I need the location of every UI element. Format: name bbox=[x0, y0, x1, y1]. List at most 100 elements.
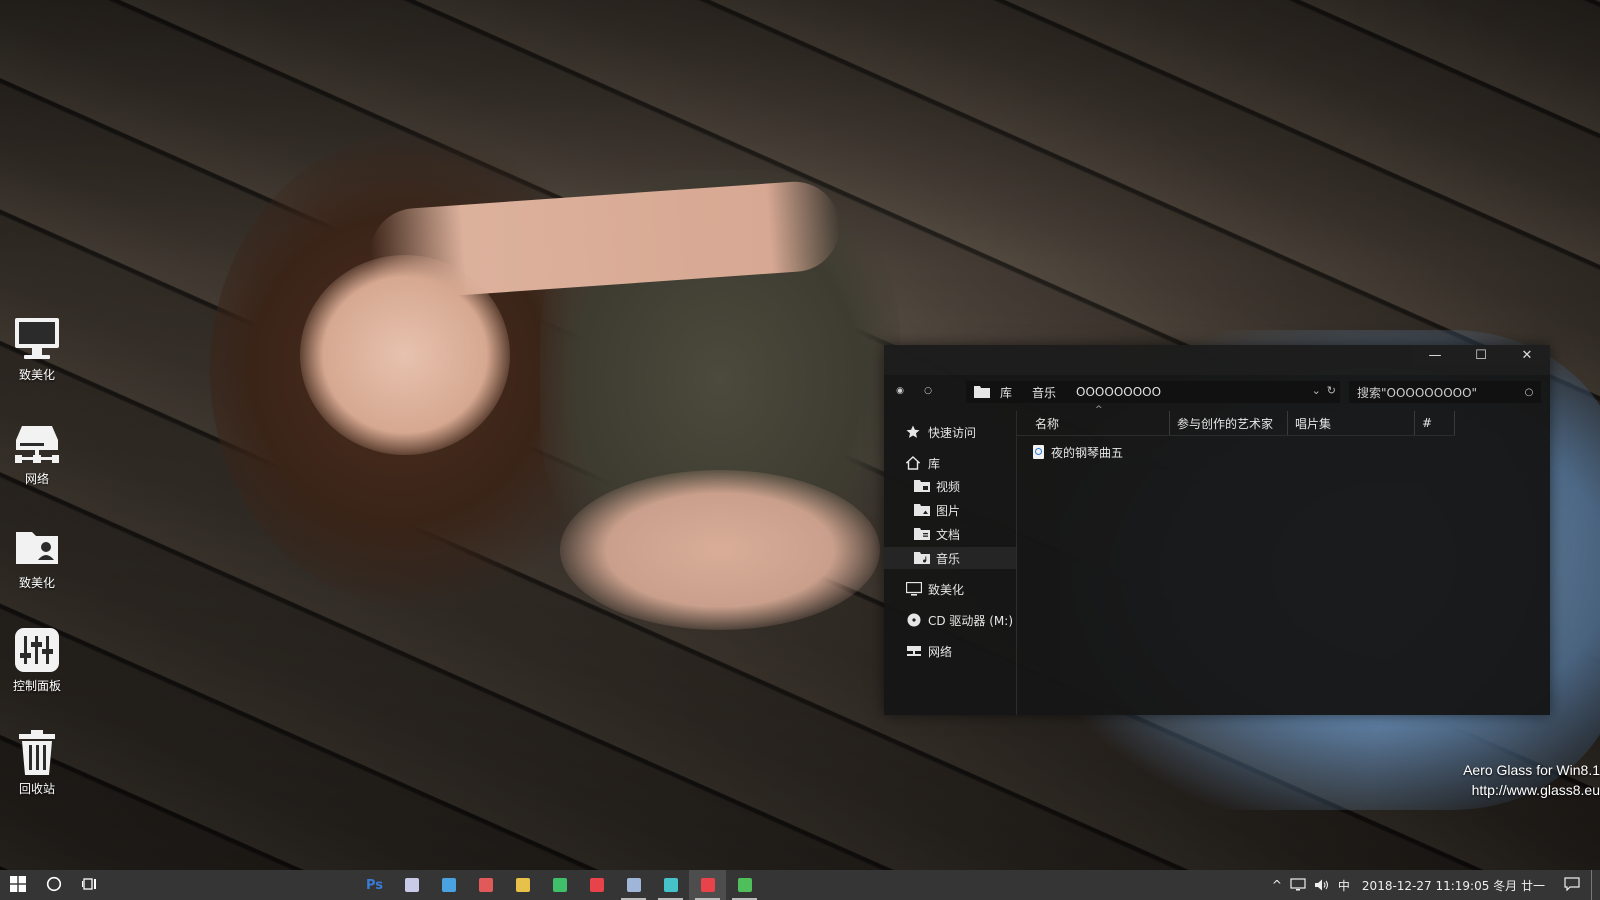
sidebar-item-pictures[interactable]: 图片 bbox=[884, 499, 1016, 521]
sidebar-item-videos[interactable]: 视频 bbox=[884, 475, 1016, 497]
cortana-search-button[interactable] bbox=[36, 870, 72, 900]
watermark-line-2: http://www.glass8.eu bbox=[1471, 782, 1600, 798]
maximize-button[interactable]: ☐ bbox=[1458, 345, 1504, 365]
network-status-icon[interactable] bbox=[1286, 870, 1310, 900]
windows-store-icon bbox=[441, 878, 456, 892]
volume-icon[interactable] bbox=[1310, 870, 1334, 900]
desktop-icon-label: 控制面板 bbox=[12, 679, 61, 693]
navigation-pane: 快速访问 库 视频 图片 文档 音乐 致美化 CD 驱动器 (M:) 网络 bbox=[884, 411, 1017, 715]
computer-icon bbox=[905, 581, 923, 596]
desktop-icon-user-folder[interactable]: 致美化 bbox=[0, 522, 74, 590]
recycle-icon bbox=[552, 878, 567, 892]
user-folder-icon bbox=[12, 522, 62, 572]
video-folder-icon bbox=[914, 479, 930, 493]
nav-arrows: ◉ ○ bbox=[892, 383, 936, 399]
sidebar-item-documents[interactable]: 文档 bbox=[884, 523, 1016, 545]
column-header-name[interactable]: 名称 bbox=[1017, 411, 1170, 435]
star-icon bbox=[906, 425, 922, 439]
column-headers: 名称 参与创作的艺术家 唱片集 # bbox=[1017, 411, 1455, 436]
minimize-button[interactable]: — bbox=[1412, 345, 1458, 365]
sidebar-item-label: 网络 bbox=[928, 644, 953, 659]
task-view-icon bbox=[82, 876, 98, 895]
search-input[interactable]: 搜索"OOOOOOOOO" bbox=[1349, 384, 1521, 401]
network-icon bbox=[12, 418, 62, 468]
taskbar-clock[interactable]: 2018-12-27 11:19:05 冬月 廿一 bbox=[1354, 870, 1553, 900]
desktop-icon-label: 网络 bbox=[24, 472, 49, 486]
desktop-icon-network[interactable]: 网络 bbox=[0, 418, 74, 486]
search-box[interactable]: 搜索"OOOOOOOOO" ○ bbox=[1349, 381, 1541, 403]
wallpaper-face bbox=[300, 255, 510, 455]
desktop-icon-this-pc[interactable]: 致美化 bbox=[0, 314, 74, 382]
close-button[interactable]: ✕ bbox=[1504, 345, 1550, 365]
sidebar-item-this-pc[interactable]: 致美化 bbox=[884, 578, 1016, 600]
window-titlebar[interactable]: — ☐ ✕ bbox=[884, 345, 1550, 375]
taskbar-app-remote-desktop[interactable] bbox=[689, 870, 726, 900]
network-icon bbox=[906, 644, 922, 658]
file-row[interactable]: 夜的钢琴曲五 bbox=[1033, 443, 1123, 461]
column-header-track-number[interactable]: # bbox=[1415, 411, 1455, 435]
column-header-album[interactable]: 唱片集 bbox=[1288, 411, 1415, 435]
search-circle-icon bbox=[46, 876, 62, 895]
taskbar-app-rocket[interactable] bbox=[393, 870, 430, 900]
file-list-pane: ^ 名称 参与创作的艺术家 唱片集 # 夜的钢琴曲五 bbox=[1017, 405, 1550, 715]
sidebar-item-label: 图片 bbox=[936, 503, 961, 518]
taskbar-app-fan[interactable] bbox=[504, 870, 541, 900]
taskbar-app-chrome[interactable] bbox=[726, 870, 763, 900]
breadcrumb-music[interactable]: 音乐 bbox=[1032, 384, 1056, 401]
taskbar-app-camera[interactable] bbox=[652, 870, 689, 900]
input-method-indicator[interactable]: 中 bbox=[1334, 870, 1354, 900]
notepad-icon bbox=[626, 878, 641, 892]
address-bar[interactable]: 库 音乐 OOOOOOOOO ⌄ ↻ bbox=[966, 381, 1340, 403]
computer-icon bbox=[12, 314, 62, 364]
folder-icon bbox=[974, 386, 990, 398]
sidebar-item-music[interactable]: 音乐 bbox=[884, 547, 1016, 569]
desktop-icon-control-panel[interactable]: 控制面板 bbox=[0, 625, 74, 693]
desktop-icon-label: 致美化 bbox=[18, 368, 55, 382]
image-viewer-icon bbox=[478, 878, 493, 892]
breadcrumb-current[interactable]: OOOOOOOOO bbox=[1076, 385, 1161, 399]
sidebar-item-label: 致美化 bbox=[928, 582, 965, 597]
windows-logo-icon bbox=[10, 875, 26, 895]
forward-button[interactable]: ○ bbox=[920, 383, 936, 399]
taskbar-app-video[interactable] bbox=[578, 870, 615, 900]
search-icon[interactable]: ○ bbox=[1521, 384, 1537, 400]
sidebar-item-quick-access[interactable]: 快速访问 bbox=[884, 421, 1016, 443]
taskbar: Ps ^ 中 2018-12-27 11:19:05 冬月 廿一 bbox=[0, 870, 1600, 900]
back-button[interactable]: ◉ bbox=[892, 383, 908, 399]
sidebar-item-label: 文档 bbox=[936, 527, 961, 542]
window-controls: — ☐ ✕ bbox=[1412, 345, 1550, 365]
sidebar-item-label: 快速访问 bbox=[928, 425, 977, 440]
aero-glass-watermark: Aero Glass for Win8.1 http://www.glass8.… bbox=[1360, 760, 1600, 800]
taskbar-apps: Ps bbox=[356, 870, 763, 900]
task-view-button[interactable] bbox=[72, 870, 108, 900]
desktop-icon-label: 致美化 bbox=[18, 576, 55, 590]
taskbar-app-notepad[interactable] bbox=[615, 870, 652, 900]
sidebar-item-cd-drive[interactable]: CD 驱动器 (M:) bbox=[884, 609, 1016, 631]
taskbar-app-windows-store[interactable] bbox=[430, 870, 467, 900]
chrome-icon bbox=[737, 878, 752, 892]
desktop-icon-recycle-bin[interactable]: 回收站 bbox=[0, 728, 74, 796]
system-tray: ^ 中 2018-12-27 11:19:05 冬月 廿一 bbox=[1268, 870, 1600, 900]
file-explorer-window[interactable]: — ☐ ✕ ◉ ○ 库 音乐 OOOOOOOOO ⌄ ↻ 搜索"OOOOOOOO… bbox=[884, 345, 1550, 715]
breadcrumb-library[interactable]: 库 bbox=[1000, 384, 1012, 401]
sidebar-item-label: 库 bbox=[928, 456, 941, 471]
sidebar-item-library[interactable]: 库 bbox=[884, 452, 1016, 474]
address-tail: ⌄ ↻ bbox=[1312, 384, 1336, 397]
refresh-icon[interactable]: ↻ bbox=[1327, 384, 1336, 397]
sidebar-item-label: CD 驱动器 (M:) bbox=[928, 613, 1014, 628]
chevron-down-icon[interactable]: ⌄ bbox=[1312, 384, 1321, 397]
column-header-artist[interactable]: 参与创作的艺术家 bbox=[1170, 411, 1288, 435]
taskbar-app-image-viewer[interactable] bbox=[467, 870, 504, 900]
photoshop-icon: Ps bbox=[365, 877, 384, 893]
rocket-icon bbox=[404, 878, 419, 892]
show-desktop-button[interactable] bbox=[1591, 870, 1600, 900]
tray-overflow-button[interactable]: ^ bbox=[1268, 870, 1286, 900]
sidebar-item-label: 音乐 bbox=[936, 551, 961, 566]
sidebar-item-network[interactable]: 网络 bbox=[884, 640, 1016, 662]
taskbar-app-photoshop[interactable]: Ps bbox=[356, 870, 393, 900]
sidebar-item-label: 视频 bbox=[936, 479, 961, 494]
start-button[interactable] bbox=[0, 870, 36, 900]
taskbar-app-recycle[interactable] bbox=[541, 870, 578, 900]
notification-icon bbox=[1564, 876, 1580, 894]
action-center-button[interactable] bbox=[1553, 870, 1591, 900]
